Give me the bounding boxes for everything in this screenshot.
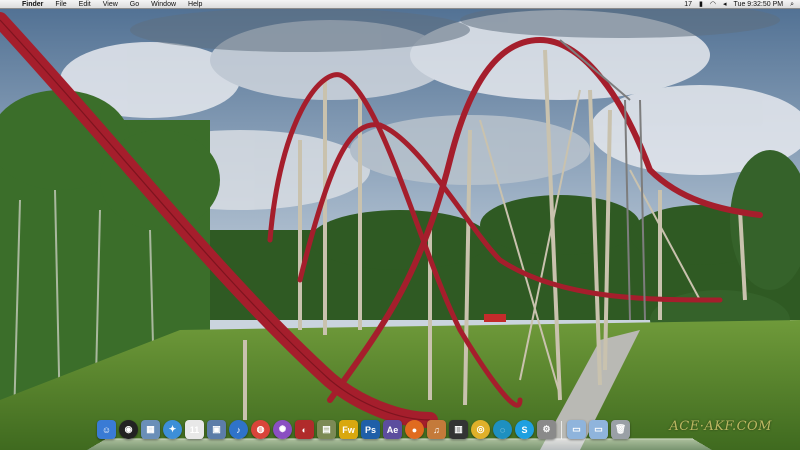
photo-booth-icon[interactable]: ◐ <box>295 420 314 439</box>
menu-help[interactable]: Help <box>182 0 208 9</box>
app-indicator-icon[interactable]: 17 <box>684 0 692 9</box>
image-viewer-icon[interactable]: ▤ <box>317 420 336 439</box>
battery-icon[interactable]: ▮ <box>699 0 703 9</box>
preview-icon[interactable]: ▦ <box>141 420 160 439</box>
menu-bar-status-area: 17 ▮ ◠ ◂ Tue 9:32:50 PM ⌕ <box>684 0 800 9</box>
menu-bar: Finder File Edit View Go Window Help 17 … <box>0 0 800 9</box>
dock-icon-row: ☺ ◉ ▦ ✦ 11 ▣ ♪ ◍ ✺ ◐ ▤ Fw Ps Ae ● ♫ ▥ ◎ ◌ S ⚙ ▭ ▭ 🗑 <box>97 420 630 439</box>
volume-icon[interactable]: ◂ <box>723 0 727 9</box>
trash-icon[interactable]: 🗑 <box>611 420 630 439</box>
menu-view[interactable]: View <box>97 0 124 9</box>
wifi-icon[interactable]: ◠ <box>710 0 716 9</box>
dock-shelf <box>87 438 712 450</box>
safari-icon[interactable]: ✦ <box>163 420 182 439</box>
after-effects-icon[interactable]: Ae <box>383 420 402 439</box>
spotlight-search-icon[interactable]: ⌕ <box>790 0 794 9</box>
menu-edit[interactable]: Edit <box>73 0 97 9</box>
documents-folder-icon[interactable]: ▭ <box>589 420 608 439</box>
menu-go[interactable]: Go <box>124 0 145 9</box>
chrome-icon[interactable]: ◎ <box>471 420 490 439</box>
photoshop-icon[interactable]: Ps <box>361 420 380 439</box>
iphoto-icon[interactable]: ▣ <box>207 420 226 439</box>
firefox-icon[interactable]: ● <box>405 420 424 439</box>
desktop-wallpaper <box>0 0 800 450</box>
menu-finder[interactable]: Finder <box>16 0 49 9</box>
skype-icon[interactable]: S <box>515 420 534 439</box>
dock: ☺ ◉ ▦ ✦ 11 ▣ ♪ ◍ ✺ ◐ ▤ Fw Ps Ae ● ♫ ▥ ◎ ◌ S ⚙ ▭ ▭ 🗑 <box>87 418 712 450</box>
roller-coaster-photo <box>0 0 800 450</box>
ical-icon[interactable]: 11 <box>185 420 204 439</box>
system-preferences-icon[interactable]: ⚙ <box>537 420 556 439</box>
clapperboard-icon[interactable]: ▥ <box>449 420 468 439</box>
color-wheel-icon[interactable]: ✺ <box>273 420 292 439</box>
finder-icon[interactable]: ☺ <box>97 420 116 439</box>
menu-window[interactable]: Window <box>145 0 182 9</box>
menu-bar-clock[interactable]: Tue 9:32:50 PM <box>734 0 784 9</box>
fireworks-icon[interactable]: Fw <box>339 420 358 439</box>
itunes-icon[interactable]: ♪ <box>229 420 248 439</box>
dock-separator <box>561 421 562 439</box>
applications-folder-icon[interactable]: ▭ <box>567 420 586 439</box>
dashboard-icon[interactable]: ◉ <box>119 420 138 439</box>
quicktime-icon[interactable]: ◌ <box>493 420 512 439</box>
guitar-icon[interactable]: ♫ <box>427 420 446 439</box>
chrome-like-icon[interactable]: ◍ <box>251 420 270 439</box>
menu-file[interactable]: File <box>49 0 72 9</box>
